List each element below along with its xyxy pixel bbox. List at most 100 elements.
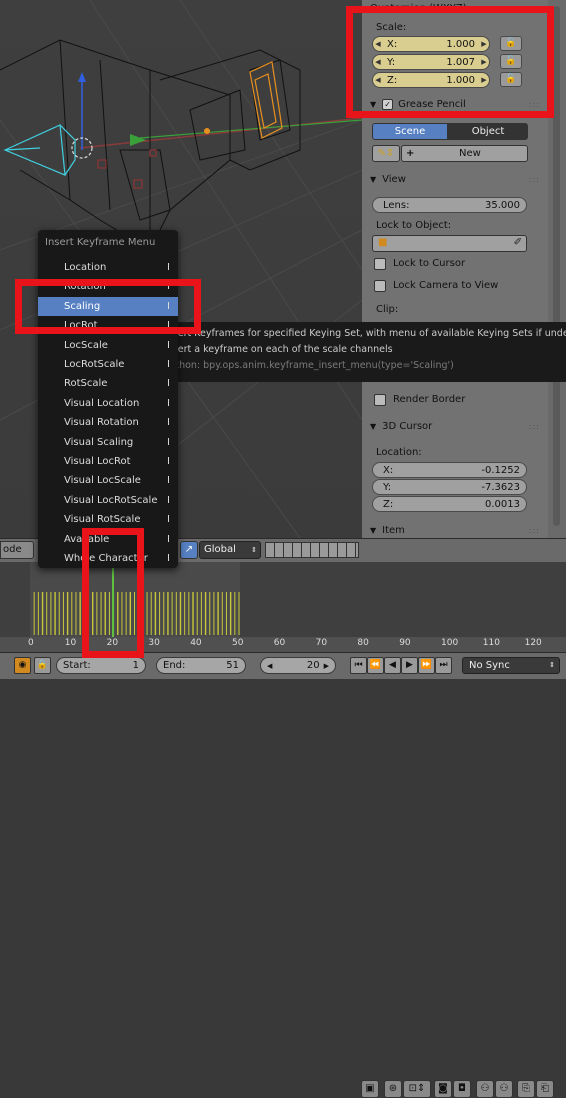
copy-pose-icon[interactable]: ⎘ [517,1080,535,1098]
menu-item-rotation[interactable]: Rotation I [38,277,178,296]
lock-to-cursor-checkbox[interactable] [374,258,386,270]
menu-item-scaling[interactable]: Scaling I [38,296,178,316]
menu-item-visual-locrotscale[interactable]: Visual LocRotScale I [38,491,178,510]
orientation-label: Global [204,544,236,555]
keying-icon[interactable]: ⚇ [476,1080,494,1098]
next-keyframe-icon[interactable]: ⏩ [418,657,435,674]
menu-item-shortcut: I [167,533,170,545]
properties-scrollbar[interactable] [548,0,566,538]
drag-grip-icon[interactable]: ::: [529,526,540,535]
prev-keyframe-icon[interactable]: ⏪ [367,657,384,674]
increment-arrow-icon[interactable]: ▶ [479,58,489,66]
menu-item-locscale[interactable]: LocScale I [38,336,178,355]
opengl-render-icon[interactable]: ◘ [453,1080,471,1098]
item-panel-header[interactable]: ▼ Item ::: [370,522,542,538]
scale-y-field[interactable]: ◀ Y: 1.007 ▶ [372,54,490,70]
pencil-icon[interactable]: ✎⇕ [372,145,400,162]
tab-scene[interactable]: Scene [372,123,448,140]
sync-label: No Sync [469,660,510,671]
tab-object[interactable]: Object [448,123,528,140]
render-icon[interactable]: ▣ [361,1080,379,1098]
increment-arrow-icon[interactable]: ▶ [479,40,489,48]
lock-icon[interactable]: 🔓 [500,36,522,51]
eyedropper-icon[interactable]: ✐ [514,237,522,248]
3d-cursor-panel-header[interactable]: ▼ 3D Cursor ::: [370,418,542,434]
menu-item-visual-locrot[interactable]: Visual LocRot I [38,452,178,471]
lock-camera-checkbox[interactable] [374,280,386,292]
menu-item-visual-locscale[interactable]: Visual LocScale I [38,471,178,490]
play-icon[interactable]: ▶ [401,657,418,674]
menu-item-visual-location[interactable]: Visual Location I [38,394,178,413]
item-title: Item [382,524,405,536]
menu-item-shortcut: I [167,436,170,448]
menu-item-locrotscale[interactable]: LocRotScale I [38,355,178,374]
scale-z-field[interactable]: ◀ Z: 1.000 ▶ [372,72,490,88]
menu-item-shortcut: I [167,378,170,390]
timeline-ruler[interactable]: 0 10 20 30 40 50 60 70 80 90 100 110 120 [0,637,566,652]
keyframe-type-icon[interactable]: ◉ [14,657,31,674]
jump-end-icon[interactable]: ⏭ [435,657,452,674]
scale-x-field[interactable]: ◀ X: 1.000 ▶ [372,36,490,52]
start-frame-field[interactable]: Start: 1 [56,657,146,674]
keying-set-icon[interactable]: ⚇ [495,1080,513,1098]
menu-item-label: Available [64,533,110,545]
field-label: Lens: [383,199,410,211]
decrement-arrow-icon[interactable]: ◀ [267,662,272,670]
sync-dropdown[interactable]: No Sync ⇕ [462,657,560,674]
start-label: Start: [63,660,91,671]
decrement-arrow-icon[interactable]: ◀ [373,58,383,66]
lock-icon[interactable]: 🔓 [500,72,522,87]
drag-grip-icon[interactable]: ::: [529,422,540,431]
keyframe-markers [33,592,240,635]
menu-item-label: Rotation [64,281,106,293]
timeline-range-overlay [0,562,30,637]
layer-buttons[interactable] [265,542,359,558]
transform-orientation-icon[interactable]: ↗ [180,541,198,559]
rotation-mode-field[interactable]: Quaternion (WXYZ) [370,0,542,16]
menu-item-label: Visual LocRot [64,456,131,467]
view-panel-header[interactable]: ▼ View ::: [370,171,542,187]
drag-grip-icon[interactable]: ::: [529,175,540,184]
menu-item-location[interactable]: Location I [38,258,178,277]
jump-start-icon[interactable]: ⏮ [350,657,367,674]
menu-item-visual-rotscale[interactable]: Visual RotScale I [38,510,178,529]
new-grease-pencil-button[interactable]: + New [401,145,528,162]
menu-item-label: LocRotScale [64,359,125,370]
menu-item-rotscale[interactable]: RotScale I [38,374,178,393]
end-frame-field[interactable]: End: 51 [156,657,246,674]
cursor-x-field[interactable]: X: -0.1252 [372,462,527,478]
paste-pose-icon[interactable]: ⎗ [536,1080,554,1098]
decrement-arrow-icon[interactable]: ◀ [373,76,383,84]
menu-item-visual-rotation[interactable]: Visual Rotation I [38,413,178,432]
ruler-tick-label: 100 [441,638,459,648]
increment-arrow-icon[interactable]: ▶ [479,76,489,84]
decrement-arrow-icon[interactable]: ◀ [373,40,383,48]
mode-label: ode [3,544,22,555]
cursor-y-field[interactable]: Y: -7.3623 [372,479,527,495]
lock-icon[interactable]: 🔓 [500,54,522,69]
lock-icon[interactable]: 🔒 [34,657,51,674]
scrollbar-thumb[interactable] [553,6,560,526]
current-frame-field[interactable]: ◀ 20 ▶ [260,657,336,674]
mode-selector[interactable]: ode [0,541,34,559]
grease-pencil-checkbox[interactable]: ✓ [382,98,394,110]
menu-item-visual-scaling[interactable]: Visual Scaling I [38,433,178,452]
current-frame-value: 20 [306,660,320,671]
orientation-dropdown[interactable]: Global ⇕ [199,541,261,559]
menu-item-whole-character[interactable]: Whole Character I [38,549,178,568]
render-border-checkbox[interactable] [374,394,386,406]
menu-item-locrot[interactable]: LocRot I [38,316,178,335]
cursor-z-field[interactable]: Z: 0.0013 [372,496,527,512]
menu-item-available[interactable]: Available I [38,530,178,549]
drag-grip-icon[interactable]: ::: [529,100,540,109]
dropdown-arrows-icon: ⇕ [549,661,555,669]
lock-to-object-field[interactable]: ■ ✐ [372,235,527,252]
grease-pencil-panel-header[interactable]: ▼ ✓ Grease Pencil ::: [370,96,542,112]
lens-field[interactable]: Lens: 35.000 [372,197,527,213]
snap-target-icon[interactable]: ⊡⇕ [403,1080,431,1098]
play-reverse-icon[interactable]: ◀ [384,657,401,674]
camera-render-icon[interactable]: ◙ [434,1080,452,1098]
snap-icon[interactable]: ⊛ [384,1080,402,1098]
field-value: 0.0013 [485,498,520,510]
increment-arrow-icon[interactable]: ▶ [324,662,329,670]
